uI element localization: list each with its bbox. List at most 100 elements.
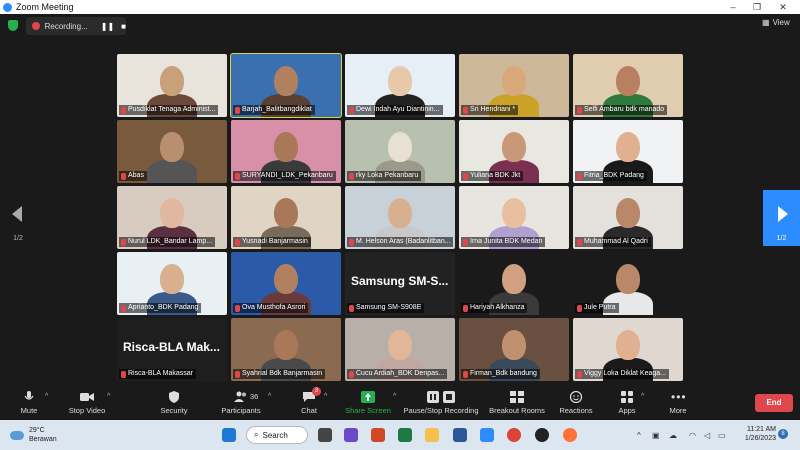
chevron-up-icon[interactable]: ^	[324, 393, 327, 400]
pause-recording-button[interactable]: ❚❚	[101, 22, 114, 31]
breakout-rooms-button[interactable]: Breakout Rooms	[488, 388, 546, 420]
previous-page-button[interactable]: 1/2	[0, 190, 36, 246]
weather-widget[interactable]: 29°C Berawan	[10, 426, 57, 444]
participant-video-tile[interactable]: Fitria_BDK Padang	[573, 120, 683, 183]
muted-microphone-icon	[349, 370, 354, 378]
participant-name-tag: Ova Musthofa Asrori	[233, 303, 309, 313]
participant-name-tag: rky Loka Pekanbaru	[347, 171, 422, 181]
firefox-icon[interactable]	[563, 428, 577, 442]
participant-face	[160, 198, 184, 228]
participant-video-tile[interactable]: Hariyah Alkhanza	[459, 252, 569, 315]
end-meeting-button[interactable]: End	[755, 394, 793, 412]
word-icon[interactable]	[453, 428, 467, 442]
participant-face	[502, 264, 526, 294]
muted-microphone-icon	[121, 370, 126, 378]
windows-start-icon[interactable]	[222, 428, 236, 442]
participant-name-tag: Nurul LDK_Bandar Lamp...	[119, 237, 216, 247]
zoom-taskbar-icon[interactable]	[480, 428, 494, 442]
more-button[interactable]: ••• More	[664, 388, 692, 420]
chevron-up-icon[interactable]: ^	[393, 393, 396, 400]
file-explorer-icon[interactable]	[425, 428, 439, 442]
next-page-button[interactable]: 1/2	[763, 190, 800, 246]
reactions-button[interactable]: Reactions	[558, 388, 594, 420]
cloud-tray-icon[interactable]: ☁	[669, 431, 677, 440]
pause-stop-recording-label: Pause/Stop Recording	[403, 406, 479, 415]
battery-icon[interactable]: ▭	[718, 431, 726, 440]
weather-temp: 29°C	[29, 427, 45, 434]
participant-video-tile[interactable]: Syahrial Bdk Banjarmasin	[231, 318, 341, 381]
microphone-icon	[22, 391, 36, 403]
chevron-up-icon[interactable]: ^	[45, 393, 48, 400]
chrome-icon[interactable]	[507, 428, 521, 442]
stop-video-button[interactable]: Stop Video	[66, 388, 108, 420]
participant-video-tile[interactable]: Sri Hendriani *	[459, 54, 569, 117]
participant-face	[274, 330, 298, 360]
participant-video-tile[interactable]: Yusnadi Banjarmasin	[231, 186, 341, 249]
participant-name: Syahrial Bdk Banjarmasin	[242, 370, 323, 377]
muted-microphone-icon	[121, 238, 126, 246]
participant-video-tile[interactable]: Viggy Loka Diklat Keaga...	[573, 318, 683, 381]
participant-name-tag: Aprianto_BDK Padang	[119, 303, 202, 313]
chat-label: Chat	[301, 406, 317, 415]
participant-name: Yusnadi Banjarmasin	[242, 238, 308, 245]
participant-video-tile[interactable]: Abas	[117, 120, 227, 183]
wifi-icon[interactable]: ◠	[689, 431, 696, 440]
reactions-label: Reactions	[559, 406, 593, 415]
participant-video-tile[interactable]: Yuliana BDK Jkt	[459, 120, 569, 183]
recording-dot-icon	[32, 22, 40, 30]
participant-name-tag: Jule Putra	[575, 303, 619, 313]
view-button[interactable]: ▦ View	[762, 18, 790, 27]
notification-badge[interactable]: 8	[778, 429, 788, 439]
window-titlebar: Zoom Meeting – ❐ ✕	[0, 0, 800, 14]
participant-display-name: Risca-BLA Mak...	[123, 340, 220, 354]
participant-video-tile[interactable]: Nurul LDK_Bandar Lamp...	[117, 186, 227, 249]
chevron-up-icon[interactable]: ^	[268, 393, 271, 400]
taskbar-clock[interactable]: 11:21 AM 1/26/2023	[736, 425, 776, 443]
close-button[interactable]: ✕	[770, 0, 796, 14]
participant-video-tile[interactable]: Dewi Indah Ayu Diantinin...	[345, 54, 455, 117]
camera-tray-icon[interactable]: ▣	[652, 431, 660, 440]
participant-video-tile[interactable]: Aprianto_BDK Padang	[117, 252, 227, 315]
participant-video-tile[interactable]: SURYANDI_LDK_Pekanbaru	[231, 120, 341, 183]
participant-name: Hariyah Alkhanza	[470, 304, 525, 311]
participant-video-tile[interactable]: Muhammad Al Qadri	[573, 186, 683, 249]
maximize-button[interactable]: ❐	[744, 0, 770, 14]
teams-icon[interactable]	[344, 428, 358, 442]
participant-video-tile[interactable]: Cucu Ardiah_BDK Denpas...	[345, 318, 455, 381]
chevron-up-icon[interactable]: ^	[107, 393, 110, 400]
media-player-icon[interactable]	[535, 428, 549, 442]
taskbar-search[interactable]: ⌕ Search	[246, 426, 308, 444]
apps-button[interactable]: Apps	[614, 388, 640, 420]
participant-video-tile[interactable]: Barjah_Balitbangdiklat	[230, 53, 342, 118]
mute-label: Mute	[20, 406, 38, 415]
excel-icon[interactable]	[398, 428, 412, 442]
participants-button[interactable]: Participants	[216, 388, 266, 420]
chat-button[interactable]: 3 Chat	[296, 387, 322, 420]
participant-video-tile[interactable]: M. Helson Aras (Badanlitban...	[345, 186, 455, 249]
participant-face	[388, 330, 412, 360]
chevron-up-icon[interactable]: ^	[637, 431, 641, 440]
participant-video-tile[interactable]: Samsung SM-S... Samsung SM-S908E	[345, 252, 455, 315]
participant-name-tag: Selfi Ambaru bdk manado	[575, 105, 668, 115]
participant-video-tile[interactable]: Jule Putra	[573, 252, 683, 315]
chevron-up-icon[interactable]: ^	[641, 393, 644, 400]
powerpoint-icon[interactable]	[371, 428, 385, 442]
speaker-icon[interactable]: ◁	[704, 431, 710, 440]
task-view-icon[interactable]	[318, 428, 332, 442]
share-screen-button[interactable]: Share Screen	[342, 388, 394, 420]
participant-video-tile[interactable]: Ova Musthofa Asrori	[231, 252, 341, 315]
security-shield-icon[interactable]	[8, 20, 18, 31]
participant-video-tile[interactable]: Risca-BLA Mak... Risca-BLA Makassar	[117, 318, 227, 381]
participant-video-tile[interactable]: rky Loka Pekanbaru	[345, 120, 455, 183]
mute-button[interactable]: Mute	[12, 388, 46, 420]
pause-stop-recording-button[interactable]: Pause/Stop Recording	[402, 388, 480, 420]
participant-video-tile[interactable]: Pusdiklat Tenaga Administ...	[117, 54, 227, 117]
minimize-button[interactable]: –	[720, 0, 746, 14]
more-label: More	[669, 406, 687, 415]
participant-video-tile[interactable]: Firman_Bdk bandung	[459, 318, 569, 381]
participant-video-tile[interactable]: Selfi Ambaru bdk manado	[573, 54, 683, 117]
stop-recording-button[interactable]: ■	[121, 22, 126, 31]
participant-name-tag: Yusnadi Banjarmasin	[233, 237, 311, 247]
participant-video-tile[interactable]: Irna Junita BDK Medan	[459, 186, 569, 249]
security-button[interactable]: Security	[156, 388, 192, 420]
